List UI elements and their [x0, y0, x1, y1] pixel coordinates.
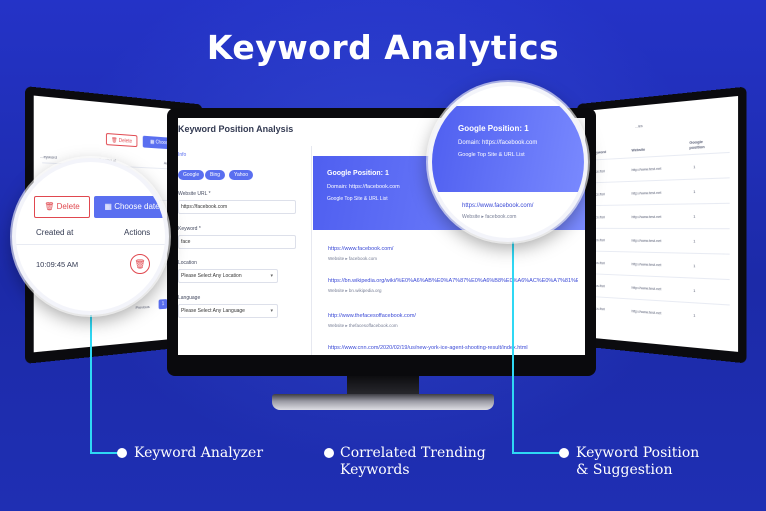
result-link[interactable]: http://www.thefacesoffacebook.com/ [328, 313, 416, 319]
chevron-down-icon: ▾ [270, 273, 273, 279]
banner-domain: Domain: https://facebook.com [327, 184, 400, 190]
choose-date-button[interactable]: ▦ Choose date [94, 196, 165, 218]
row-divider [590, 273, 730, 281]
col-keyword: ...eyword [40, 153, 57, 160]
result-meta: Website ▸ facebook.com [328, 256, 377, 261]
monitor-stand [272, 394, 494, 410]
right-monitor-screen: ...ies Keyword Website Google position s… [583, 95, 739, 352]
time-cell: 10:09:45 AM [36, 260, 79, 269]
cell-position: 1 [693, 312, 696, 318]
banner-position: Google Position: 1 [458, 124, 529, 133]
magnifier-actions: 🗑 Delete ▦ Choose date Created at Action… [12, 158, 169, 315]
location-value: Please Select Any Location [181, 273, 242, 279]
feature-trending-line1: Correlated Trending [340, 445, 486, 461]
trash-icon: 🗑 [44, 202, 55, 211]
cell-position: 1 [693, 238, 696, 244]
row-divider [16, 244, 165, 245]
cell-website: http://www.test.net [631, 308, 662, 316]
result-link[interactable]: https://www.facebook.com/ [462, 203, 533, 209]
result-link[interactable]: https://bn.wikipedia.org/wiki/%E0%A6%AB%… [328, 278, 578, 284]
panel-divider [311, 146, 312, 355]
page-title: Keyword Position Analysis [178, 124, 294, 134]
keyword-input[interactable]: face [178, 235, 296, 249]
col-position: Google position [689, 138, 705, 151]
row-divider [590, 250, 730, 255]
created-header: Created at [36, 228, 74, 237]
language-select[interactable]: Please Select Any Language ▾ [178, 304, 278, 318]
connector-line [90, 452, 120, 454]
bullet-dot [324, 448, 334, 458]
feature-position-line2: & Suggestion [576, 462, 673, 478]
row-divider [590, 177, 730, 184]
chevron-down-icon: ▾ [270, 308, 273, 314]
monitor-neck [347, 376, 419, 396]
result-link[interactable]: https://www.cnn.com/2020/02/19/us/new-yo… [328, 345, 578, 351]
cell-website: http://www.test.net [631, 237, 662, 244]
bullet-dot [559, 448, 569, 458]
result-meta: Website ▸ thefacesoffacebook.com [328, 323, 398, 328]
analysis-form: Info Google Bing Yahoo Website URL * htt… [178, 146, 306, 355]
cell-website: http://www.test.net [631, 213, 662, 220]
feature-position-line1: Keyword Position [576, 445, 700, 461]
row-divider [590, 202, 730, 207]
headline: Keyword Analytics [206, 28, 560, 67]
feature-trending-line2: Keywords [340, 462, 410, 478]
result-meta: Website ▸ bn.wikipedia.org [328, 288, 382, 293]
cell-website: http://www.test.net [631, 261, 662, 268]
engine-bing[interactable]: Bing [205, 170, 226, 180]
language-label: Language [178, 295, 201, 301]
keyword-label: Keyword * [178, 226, 201, 232]
magnifier-position: Google Position: 1 Domain: https://faceb… [428, 82, 588, 242]
feature-keyword-analyzer: Keyword Analyzer [134, 445, 264, 461]
row-divider [590, 151, 730, 161]
result-meta: Website ▸ facebook.com [462, 214, 517, 220]
banner-source: Google Top Site & URL List [458, 152, 525, 158]
website-input[interactable]: https://facebook.com [178, 200, 296, 214]
engine-yahoo[interactable]: Yahoo [229, 170, 254, 180]
calendar-icon: ▦ [150, 139, 155, 146]
col-website: Website [631, 146, 646, 153]
position-banner: Google Position: 1 Domain: https://faceb… [432, 106, 584, 192]
cell-position: 1 [693, 263, 696, 269]
right-monitor: ...ies Keyword Website Google position s… [577, 86, 747, 364]
bullet-dot [117, 448, 127, 458]
delete-button[interactable]: 🗑 Delete [105, 132, 138, 148]
connector-line [512, 452, 560, 454]
banner-domain: Domain: https://facebook.com [458, 140, 538, 146]
cell-position: 1 [693, 188, 696, 195]
result-link[interactable]: https://www.facebook.com/ [328, 246, 393, 252]
location-label: Location [178, 260, 197, 266]
banner-source: Google Top Site & URL List [327, 196, 388, 202]
engine-google[interactable]: Google [178, 170, 205, 180]
pagination-previous[interactable]: Previous [136, 304, 150, 310]
calendar-icon: ▦ [104, 202, 112, 211]
trash-icon: 🗑 [111, 137, 118, 144]
trash-icon[interactable]: 🗑 [130, 254, 150, 274]
row-divider [590, 227, 730, 230]
cell-website: http://www.test.net [631, 189, 662, 196]
language-value: Please Select Any Language [181, 308, 245, 314]
cell-position: 1 [693, 287, 696, 294]
connector-line [90, 300, 92, 454]
banner-position: Google Position: 1 [327, 170, 389, 177]
cell-website: http://www.test.net [631, 284, 662, 292]
actions-header: Actions [124, 228, 151, 237]
delete-button[interactable]: 🗑 Delete [34, 196, 90, 218]
cell-position: 1 [693, 213, 696, 219]
connector-line [512, 236, 514, 454]
website-label: Website URL * [178, 191, 211, 197]
cell-website: http://www.test.net [631, 165, 662, 173]
section-heading: ...ies [635, 123, 643, 129]
cell-position: 1 [693, 164, 696, 170]
location-select[interactable]: Please Select Any Location ▾ [178, 269, 278, 283]
row-divider [590, 296, 730, 306]
info-label: Info [178, 152, 187, 158]
pagination-page[interactable]: 1 [158, 299, 168, 310]
